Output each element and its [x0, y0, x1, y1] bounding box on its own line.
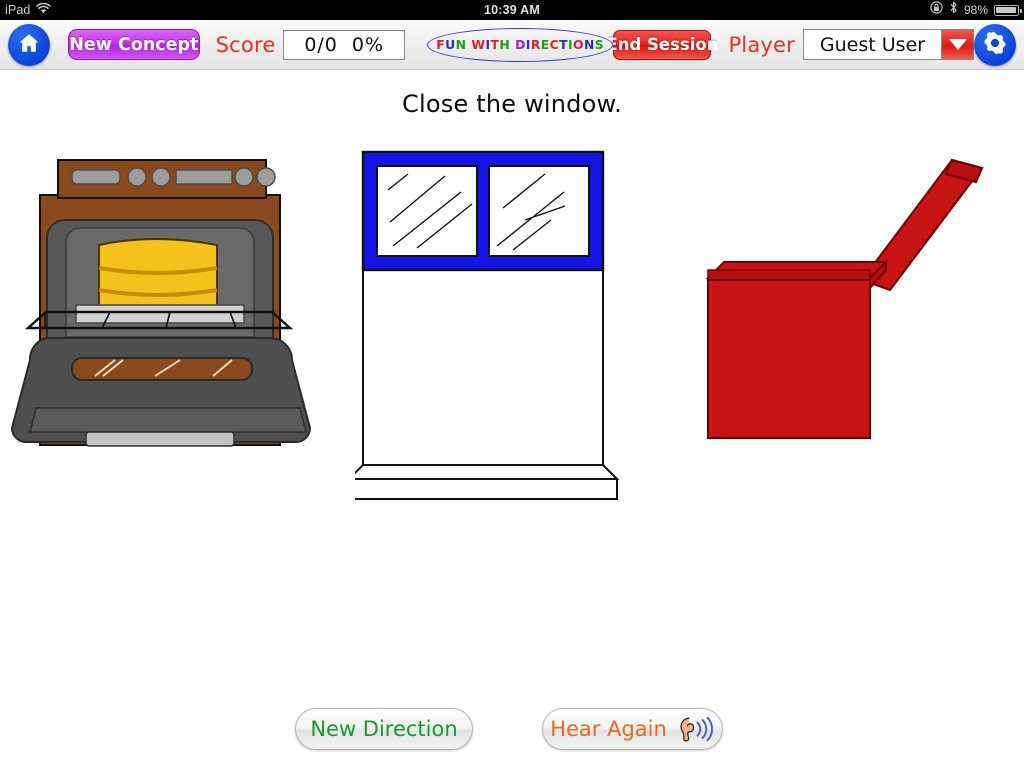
status-bar-left: iPad	[5, 0, 52, 20]
logo-letter: C	[549, 37, 560, 52]
logo-letter: N	[455, 37, 467, 52]
oven-illustration	[10, 159, 312, 447]
bluetooth-icon	[949, 0, 958, 20]
logo-letter: S	[594, 37, 605, 52]
new-concept-button[interactable]: New Concept	[68, 29, 200, 60]
app-toolbar: New Concept Score 0/0 0% FUNWITHDIRECTIO…	[0, 20, 1024, 70]
logo-letter: F	[436, 37, 446, 52]
logo-letter: R	[530, 37, 541, 52]
score-percent: 0%	[351, 33, 385, 56]
battery-icon	[994, 4, 1023, 16]
score-field: 0/0 0%	[283, 29, 405, 60]
logo-letter: U	[445, 37, 456, 52]
logo-letter: T	[490, 37, 500, 52]
battery-percent: 98%	[963, 3, 988, 17]
rotation-lock-icon	[930, 0, 943, 20]
bottom-action-bar: New Direction Hear Again	[0, 708, 1024, 760]
logo-letter: D	[515, 37, 526, 52]
device-name: iPad	[5, 3, 31, 17]
wifi-icon	[36, 0, 52, 20]
player-select[interactable]: Guest User	[803, 29, 974, 60]
hear-again-label: Hear Again	[550, 717, 667, 741]
app-logo: FUNWITHDIRECTIONS	[426, 27, 614, 62]
player-dropdown-button[interactable]	[941, 29, 974, 60]
score-label: Score	[215, 32, 276, 57]
home-icon	[17, 31, 41, 59]
chevron-down-icon	[948, 39, 967, 50]
ear-icon	[675, 715, 715, 743]
settings-button[interactable]	[974, 23, 1016, 66]
choice-oven-with-cake[interactable]	[10, 150, 340, 630]
new-direction-button[interactable]: New Direction	[295, 708, 473, 750]
gear-icon	[982, 30, 1008, 60]
score-value: 0/0	[304, 33, 338, 56]
logo-letter: O	[573, 37, 584, 52]
window-illustration	[355, 150, 620, 500]
ios-status-bar: 10:39 AM iPad 98%	[0, 0, 1024, 20]
logo-letter: W	[471, 37, 486, 52]
player-value[interactable]: Guest User	[803, 29, 941, 60]
choice-open-window[interactable]	[355, 150, 655, 630]
new-direction-label: New Direction	[310, 717, 458, 741]
logo-letter: E	[540, 37, 550, 52]
home-button[interactable]	[8, 23, 50, 66]
new-concept-label: New Concept	[69, 34, 199, 55]
end-session-button[interactable]: End Session	[606, 29, 718, 60]
choice-open-box[interactable]	[690, 150, 1010, 630]
box-illustration	[705, 158, 984, 439]
status-bar-time: 10:39 AM	[483, 3, 541, 17]
app-root: 10:39 AM iPad 98% New Concept Score 0/0 …	[0, 0, 1024, 768]
player-label: Player	[728, 32, 795, 57]
logo-letter: H	[499, 37, 511, 52]
end-session-label: End Session	[606, 35, 719, 54]
logo-text: FUNWITHDIRECTIONS	[427, 28, 614, 62]
logo-letter: T	[559, 37, 568, 52]
logo-letter: N	[583, 37, 595, 52]
hear-again-button[interactable]: Hear Again	[542, 708, 723, 750]
choice-stage	[0, 150, 1024, 670]
status-bar-right: 98%	[930, 0, 1023, 20]
direction-prompt: Close the window.	[402, 90, 622, 118]
